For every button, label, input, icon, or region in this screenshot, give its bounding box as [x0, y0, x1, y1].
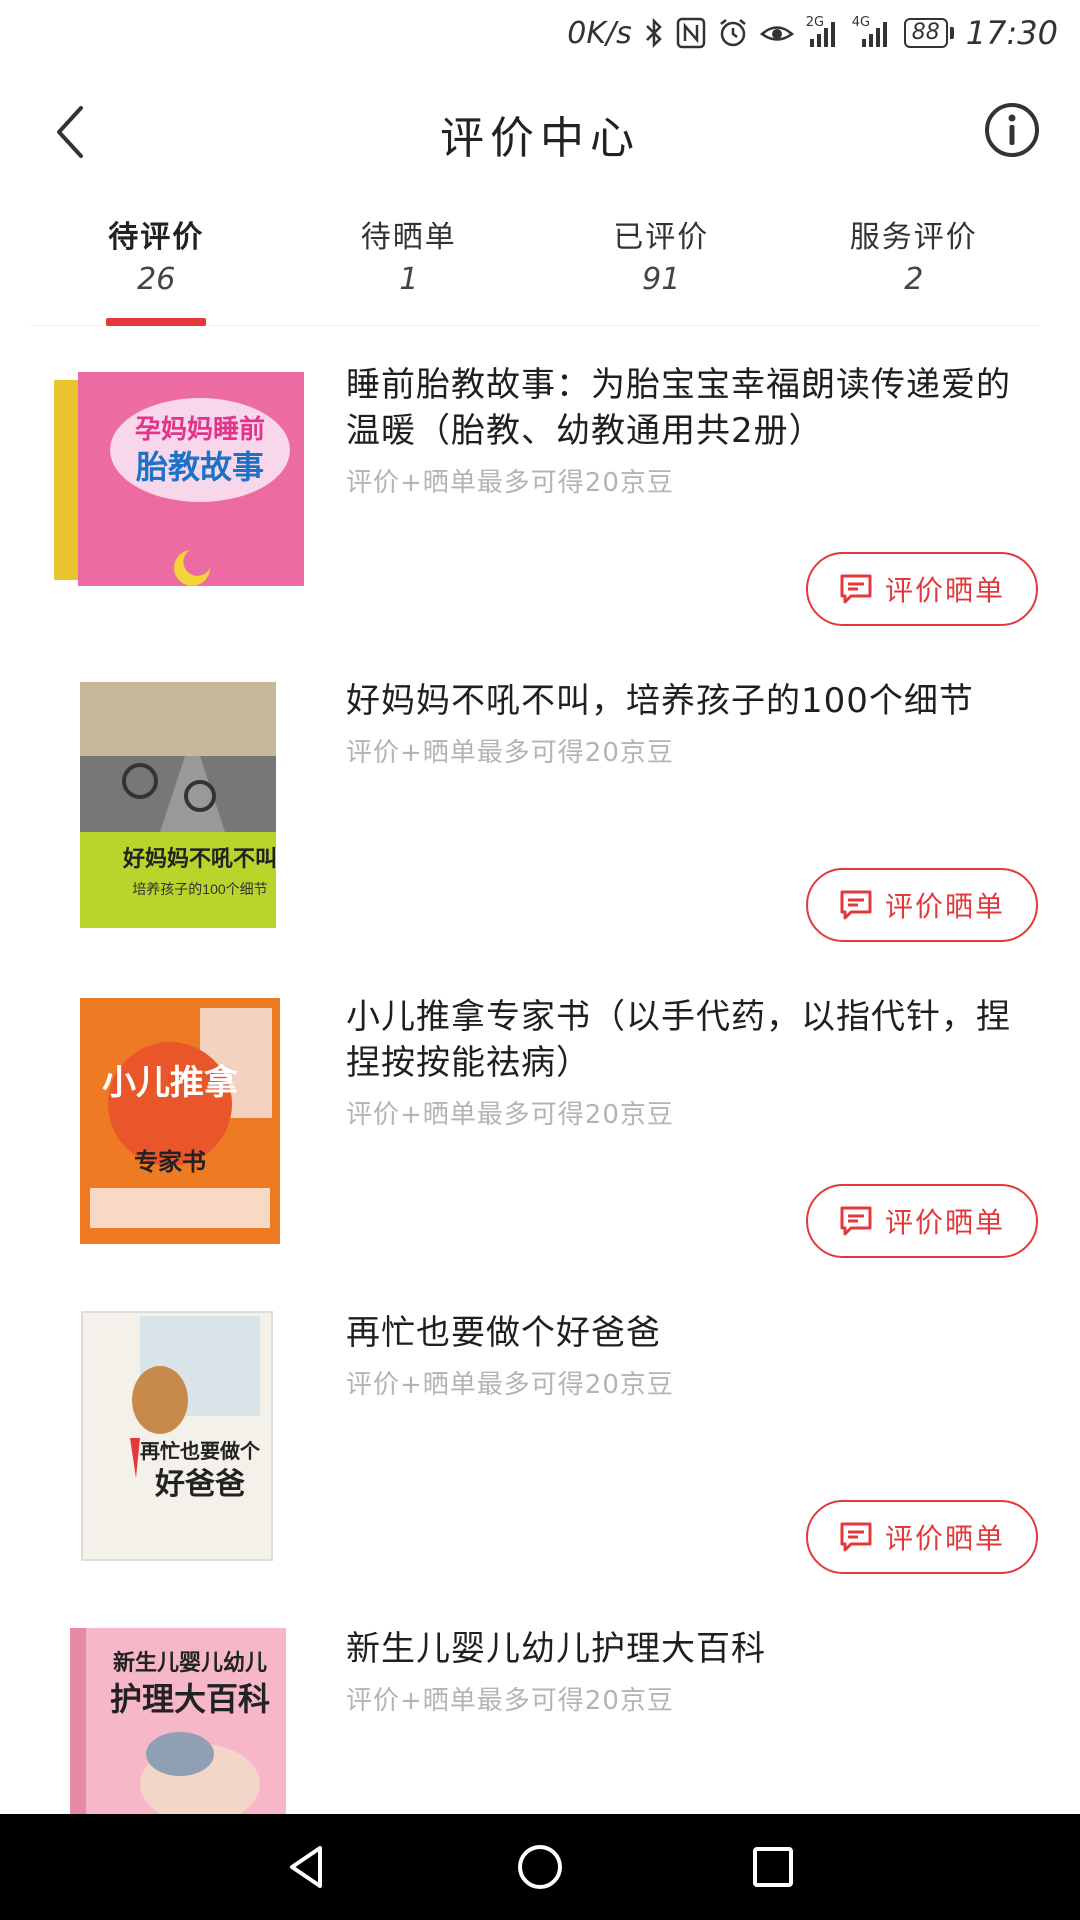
- list-item: 小儿推拿 专家书 小儿推拿专家书（以手代药，以指代针，捏捏按按能祛病） 评价+晒…: [0, 972, 1080, 1288]
- review-button[interactable]: 评价晒单: [806, 552, 1038, 626]
- cover-title-1: 新生儿婴儿幼儿: [113, 1650, 267, 1675]
- battery-level: 88: [903, 18, 948, 48]
- reward-hint: 评价+晒单最多可得20京豆: [346, 738, 674, 768]
- book-cover[interactable]: 再忙也要做个 好爸爸: [50, 1308, 310, 1564]
- cover-title-1: 小儿推拿: [102, 1063, 239, 1102]
- product-title[interactable]: 睡前胎教故事：为胎宝宝幸福朗读传递爱的温暖（胎教、幼教通用共2册）: [346, 362, 1036, 454]
- review-button-label: 评价晒单: [884, 1522, 1005, 1555]
- review-list: 孕妈妈睡前 胎教故事 睡前胎教故事：为胎宝宝幸福朗读传递爱的温暖（胎教、幼教通用…: [0, 340, 1080, 1815]
- tab-count: 2: [904, 262, 924, 297]
- tab-count: 1: [399, 262, 419, 297]
- tab-active-indicator: [106, 318, 207, 326]
- tab-label: 已评价: [613, 220, 710, 255]
- tab-count: 26: [137, 262, 176, 297]
- reward-hint: 评价+晒单最多可得20京豆: [346, 1370, 674, 1400]
- tab-bar: 待评价 26 待晒单 1 已评价 91 服务评价 2: [30, 200, 1040, 326]
- tab-count: 91: [642, 262, 681, 297]
- review-button[interactable]: 评价晒单: [806, 1500, 1038, 1574]
- product-title[interactable]: 再忙也要做个好爸爸: [346, 1310, 1036, 1356]
- battery-icon: 88: [903, 18, 954, 48]
- tab-label: 待评价: [108, 220, 205, 255]
- status-bar: 0K/s 2G 4G 88 17:30: [0, 0, 1080, 66]
- comment-icon: [840, 574, 872, 604]
- alarm-icon: [718, 17, 748, 49]
- nav-recents-button[interactable]: [733, 1827, 813, 1907]
- bluetooth-icon: [644, 17, 664, 49]
- square-recents-icon: [753, 1847, 794, 1887]
- list-item: 新生儿婴儿幼儿 护理大百科 新生儿婴儿幼儿护理大百科 评价+晒单最多可得20京豆: [0, 1604, 1080, 1815]
- triangle-back-icon: [289, 1846, 322, 1888]
- reward-hint: 评价+晒单最多可得20京豆: [346, 1686, 674, 1716]
- book-cover[interactable]: 新生儿婴儿幼儿 护理大百科: [50, 1624, 310, 1815]
- review-button-label: 评价晒单: [884, 574, 1005, 607]
- book-cover[interactable]: 小儿推拿 专家书: [50, 992, 310, 1248]
- cover-title-2: 好爸爸: [154, 1468, 245, 1501]
- eye-comfort-icon: [759, 19, 794, 47]
- tab-pending-review[interactable]: 待评价 26: [30, 200, 283, 326]
- comment-icon: [840, 890, 872, 920]
- tab-reviewed[interactable]: 已评价 91: [535, 200, 788, 325]
- cover-title-2: 护理大百科: [110, 1681, 270, 1717]
- cover-title-1: 好妈妈不吼不叫: [122, 846, 277, 871]
- header: 评价中心: [0, 76, 1080, 188]
- nav-home-button[interactable]: [500, 1827, 580, 1907]
- signal-2g-icon: 2G: [806, 15, 840, 49]
- review-button-label: 评价晒单: [884, 890, 1005, 923]
- list-item: 再忙也要做个 好爸爸 再忙也要做个好爸爸 评价+晒单最多可得20京豆 评价晒单: [0, 1288, 1080, 1604]
- product-title[interactable]: 小儿推拿专家书（以手代药，以指代针，捏捏按按能祛病）: [346, 994, 1036, 1086]
- tab-label: 服务评价: [849, 220, 978, 255]
- comment-icon: [840, 1206, 872, 1236]
- page-title: 评价中心: [440, 113, 640, 164]
- tab-label: 待晒单: [360, 220, 457, 255]
- review-button[interactable]: 评价晒单: [806, 1184, 1038, 1258]
- circle-home-icon: [517, 1845, 562, 1889]
- cover-title-2: 专家书: [134, 1148, 206, 1176]
- reward-hint: 评价+晒单最多可得20京豆: [346, 1100, 674, 1130]
- review-button[interactable]: 评价晒单: [806, 868, 1038, 942]
- cover-title-2: 胎教故事: [135, 449, 264, 485]
- cover-title-1: 孕妈妈睡前: [135, 414, 265, 444]
- reward-hint: 评价+晒单最多可得20京豆: [346, 468, 674, 498]
- book-cover[interactable]: 好妈妈不吼不叫 培养孩子的100个细节: [50, 676, 310, 932]
- book-cover[interactable]: 孕妈妈睡前 胎教故事: [50, 360, 310, 616]
- network-speed: 0K/s: [567, 15, 632, 51]
- review-button-label: 评价晒单: [884, 1206, 1005, 1239]
- product-title[interactable]: 新生儿婴儿幼儿护理大百科: [346, 1626, 1036, 1672]
- product-title[interactable]: 好妈妈不吼不叫，培养孩子的100个细节: [346, 678, 1036, 724]
- tab-pending-show[interactable]: 待晒单 1: [283, 200, 536, 325]
- comment-icon: [840, 1522, 872, 1552]
- cover-title-1: 再忙也要做个: [140, 1439, 261, 1463]
- nav-back-button[interactable]: [267, 1827, 347, 1907]
- status-time: 17:30: [965, 14, 1058, 52]
- info-button[interactable]: [982, 100, 1042, 160]
- list-item: 孕妈妈睡前 胎教故事 睡前胎教故事：为胎宝宝幸福朗读传递爱的温暖（胎教、幼教通用…: [0, 340, 1080, 656]
- cover-title-2: 培养孩子的100个细节: [132, 881, 267, 897]
- info-icon: [985, 103, 1039, 157]
- tab-service-review[interactable]: 服务评价 2: [788, 200, 1041, 325]
- list-item: 好妈妈不吼不叫 培养孩子的100个细节 好妈妈不吼不叫，培养孩子的100个细节 …: [0, 656, 1080, 972]
- signal-4g-icon: 4G: [852, 15, 892, 49]
- nfc-icon: [676, 17, 706, 49]
- system-nav-bar: [0, 1814, 1080, 1920]
